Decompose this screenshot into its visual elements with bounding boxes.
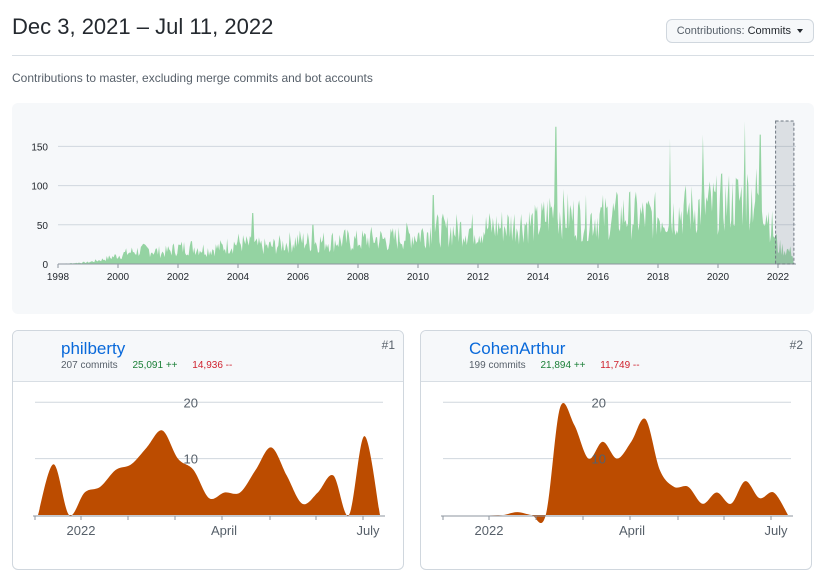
x-tick-label: 2004 — [227, 272, 250, 283]
commit-area — [38, 430, 380, 516]
contributor-name-link[interactable]: CohenArthur — [469, 339, 565, 359]
chart-subtitle: Contributions to master, excluding merge… — [12, 71, 373, 85]
x-tick-label: 2022 — [767, 272, 790, 283]
x-tick-label: 2000 — [107, 272, 130, 283]
x-tick-label: 2022 — [475, 523, 504, 538]
y-tick-label: 10 — [184, 452, 198, 467]
y-tick-label: 100 — [31, 182, 48, 193]
y-tick-label: 50 — [37, 221, 49, 232]
contributor-chart[interactable]: 10 20 2022 April July — [13, 381, 403, 569]
y-tick-label: 0 — [42, 260, 48, 271]
x-tick-label: April — [619, 523, 645, 538]
deletions-count: 11,749 -- — [600, 360, 640, 371]
contributions-label: Contributions: — [676, 25, 745, 37]
y-tick-label: 20 — [184, 395, 198, 410]
contributor-stats: 207 commits 25,091 ++ 14,936 -- — [61, 360, 232, 371]
contributor-card: philberty 207 commits 25,091 ++ 14,936 -… — [12, 330, 404, 570]
x-tick-label: 2014 — [527, 272, 550, 283]
x-tick-label: 2012 — [467, 272, 490, 283]
avatar[interactable] — [428, 338, 462, 372]
x-tick-label: July — [764, 523, 788, 538]
avatar[interactable] — [20, 338, 54, 372]
contributions-dropdown[interactable]: Contributions: Commits — [665, 19, 814, 43]
y-tick-label: 10 — [592, 452, 606, 467]
y-tick-label: 20 — [592, 395, 606, 410]
page-title: Dec 3, 2021 – Jul 11, 2022 — [12, 14, 274, 39]
x-tick-label: 2020 — [707, 272, 730, 283]
x-tick-label: 2022 — [67, 523, 96, 538]
x-tick-label: 2010 — [407, 272, 430, 283]
contributor-stats: 199 commits 21,894 ++ 11,749 -- — [469, 360, 640, 371]
contributor-rank: #2 — [789, 338, 803, 352]
x-tick-label: 2016 — [587, 272, 610, 283]
overview-chart-svg[interactable]: 0 50 100 150 1998 2000 2002 2004 2006 2008 2010 201… — [12, 103, 814, 314]
selection-brush[interactable] — [775, 120, 795, 265]
commit-count: 207 commits — [61, 360, 118, 371]
additions-count: 21,894 ++ — [540, 360, 586, 371]
contributor-card-header: philberty 207 commits 25,091 ++ 14,936 -… — [13, 331, 403, 382]
x-tick-label: 2006 — [287, 272, 310, 283]
contributor-card: CohenArthur 199 commits 21,894 ++ 11,749… — [420, 330, 812, 570]
caret-down-icon — [797, 29, 803, 33]
commits-area — [58, 121, 796, 264]
additions-count: 25,091 ++ — [132, 360, 178, 371]
contributor-rank: #1 — [381, 338, 395, 352]
deletions-count: 14,936 -- — [192, 360, 233, 371]
overview-chart[interactable]: 0 50 100 150 1998 2000 2002 2004 2006 2008 2010 201… — [12, 103, 814, 314]
contributions-value: Commits — [747, 25, 791, 37]
contributor-name-link[interactable]: philberty — [61, 339, 125, 359]
x-tick-label: 2008 — [347, 272, 370, 283]
commit-count: 199 commits — [469, 360, 526, 371]
contributor-chart[interactable]: 10 20 2022 April July — [421, 381, 811, 569]
header-divider — [12, 55, 814, 56]
commit-area — [446, 402, 788, 524]
x-tick-label: April — [211, 523, 237, 538]
y-tick-label: 150 — [31, 142, 48, 153]
x-tick-label: 1998 — [47, 272, 70, 283]
x-tick-label: 2018 — [647, 272, 670, 283]
x-tick-label: July — [356, 523, 380, 538]
x-tick-label: 2002 — [167, 272, 190, 283]
contributor-card-header: CohenArthur 199 commits 21,894 ++ 11,749… — [421, 331, 811, 382]
